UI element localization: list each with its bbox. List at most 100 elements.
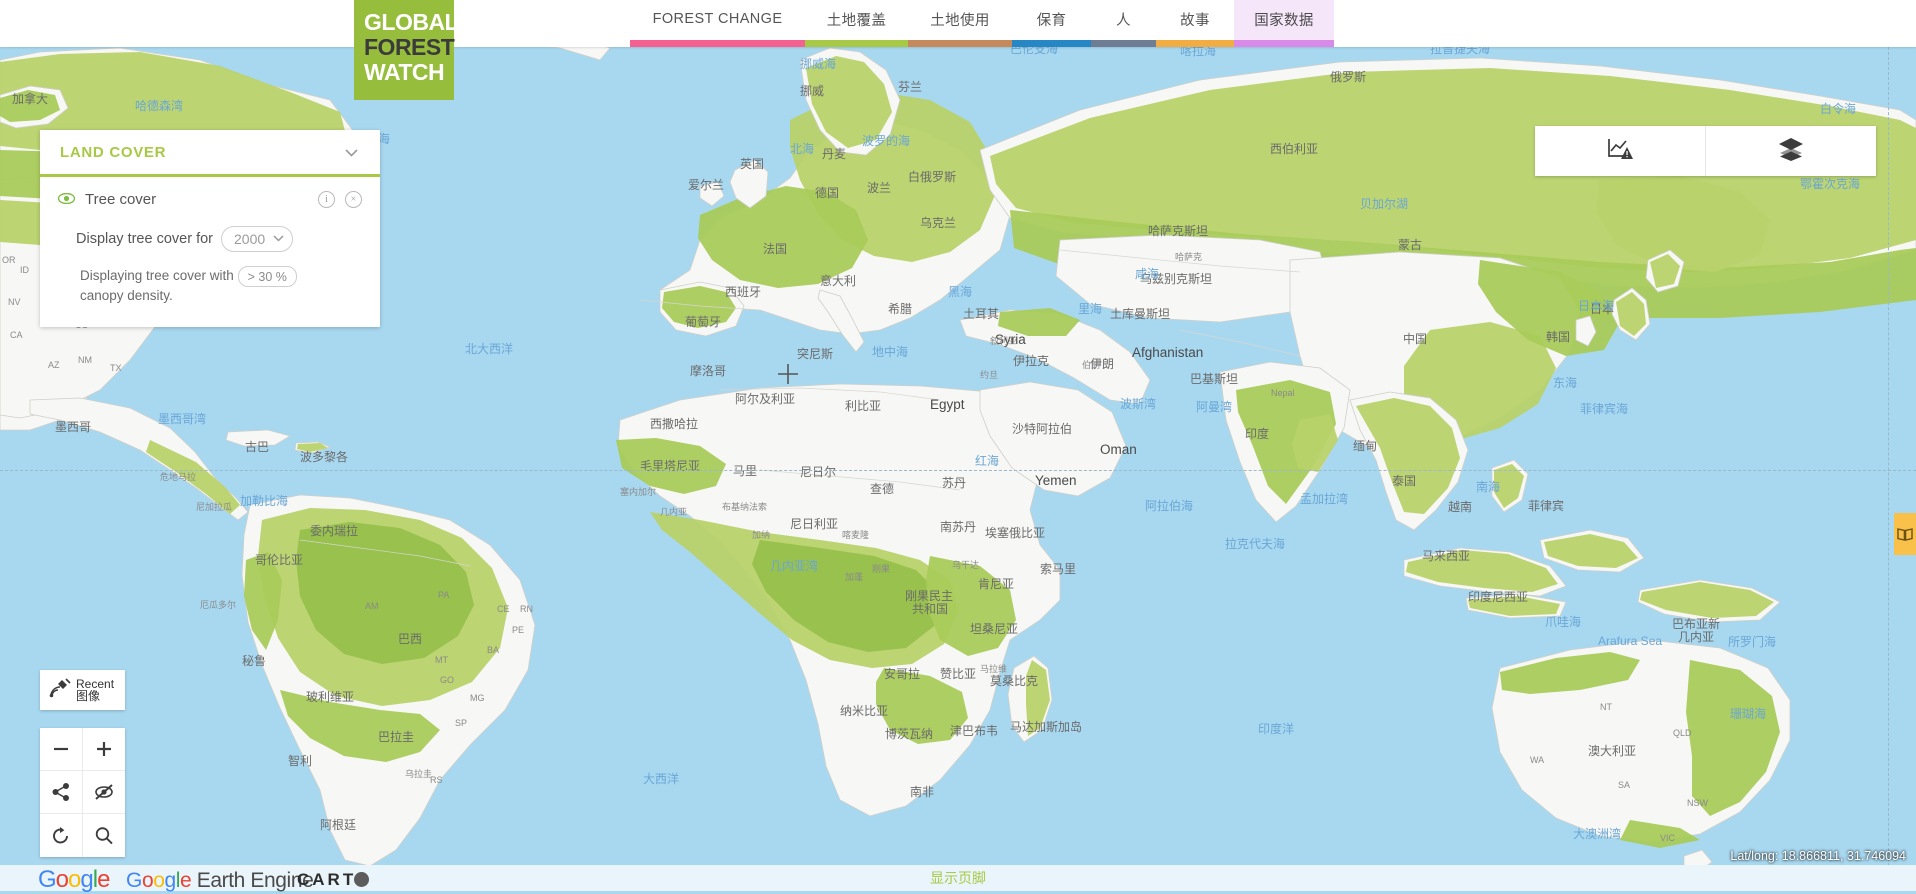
map-place-label: 鄂霍次克海 xyxy=(1800,177,1861,191)
map-place-label: 尼日利亚 xyxy=(790,517,839,531)
map-place-label: 白俄罗斯 xyxy=(908,170,957,184)
map-place-label: 菲律宾 xyxy=(1528,499,1565,513)
map-place-label: 地中海 xyxy=(872,345,909,359)
map-place-label: 波多黎各 xyxy=(300,450,349,464)
info-icon[interactable]: i xyxy=(318,191,335,208)
map-place-label: 阿拉伯海 xyxy=(1145,499,1194,513)
hide-layers-button[interactable] xyxy=(82,771,125,814)
map-place-label: WA xyxy=(1530,755,1545,765)
map-place-label: 约旦 xyxy=(980,370,999,380)
map-place-label: QLD xyxy=(1673,728,1692,738)
map-place-label: 南海 xyxy=(1476,480,1501,494)
gfw-logo[interactable]: GLOBAL FOREST WATCH xyxy=(354,0,459,100)
map-place-label: 波斯湾 xyxy=(1120,397,1157,411)
search-icon xyxy=(95,826,113,844)
map-place-label: TX xyxy=(110,363,122,373)
land-cover-panel-header[interactable]: LAND COVER xyxy=(40,130,380,177)
recent-imagery-line2: 图像 xyxy=(76,689,101,703)
nav-tab-5[interactable]: 故事 xyxy=(1156,0,1234,47)
nav-tab-underline xyxy=(1234,40,1334,47)
nav-tab-3[interactable]: 保育 xyxy=(1012,0,1091,47)
chevron-down-icon[interactable] xyxy=(345,145,358,160)
canopy-density-pill[interactable]: > 30 % xyxy=(237,266,297,287)
nav-tab-underline xyxy=(630,40,805,47)
recent-imagery-button[interactable]: Recent 图像 xyxy=(40,670,125,710)
map-place-label: 巴基斯坦 xyxy=(1190,372,1239,386)
nav-tab-4[interactable]: 人 xyxy=(1091,0,1156,47)
canopy-note-suffix: canopy density. xyxy=(80,288,173,303)
map-place-label: 苏丹 xyxy=(942,476,967,490)
map-place-label: 伯朗 xyxy=(1082,360,1101,370)
chevron-down-icon xyxy=(273,234,284,245)
close-icon[interactable]: × xyxy=(345,191,362,208)
map-place-label: NT xyxy=(1600,702,1612,712)
land-cover-panel: LAND COVER Tree cover i × Display tree c… xyxy=(40,130,380,327)
nav-tab-1[interactable]: 土地覆盖 xyxy=(805,0,908,47)
map-place-label: 马拉维 xyxy=(980,664,1008,674)
map-place-label: NV xyxy=(8,297,21,307)
map-place-label: 葡萄牙 xyxy=(685,315,722,329)
nav-tab-underline xyxy=(805,40,908,47)
map-place-label: 西撒哈拉 xyxy=(650,417,699,431)
map-control-grid xyxy=(40,728,125,857)
map-place-label: 意大利 xyxy=(820,274,857,288)
nav-tab-underline xyxy=(1156,40,1234,47)
map-place-label: 刚果 xyxy=(872,564,891,574)
map-place-label: MT xyxy=(435,655,448,665)
map-place-label: 波罗的海 xyxy=(862,134,911,148)
map-place-label: 尼加拉瓜 xyxy=(196,502,233,512)
map-place-label: 希腊 xyxy=(888,302,913,316)
latlong-readout: Lat/long: 18.866811, 31.746094 xyxy=(1730,849,1906,863)
logo-line-forest: FOREST xyxy=(364,34,455,60)
map-place-label: RS xyxy=(430,775,443,785)
map-place-label: 厄瓜多尔 xyxy=(200,600,237,610)
nav-tab-label: 故事 xyxy=(1180,12,1210,29)
map-place-label: CA xyxy=(10,330,23,340)
map-place-label: Oman xyxy=(1100,442,1137,457)
satellite-icon xyxy=(49,677,71,703)
share-button[interactable] xyxy=(40,771,83,814)
zoom-out-button[interactable] xyxy=(40,728,83,771)
meridian-gridline xyxy=(1888,47,1889,891)
nav-tab-underline xyxy=(1091,40,1156,47)
map-place-label: 东海 xyxy=(1553,376,1578,390)
reset-view-button[interactable] xyxy=(40,814,83,857)
map-place-label: 挪威 xyxy=(800,84,825,98)
map-place-label: PE xyxy=(512,625,525,635)
nav-tab-6[interactable]: 国家数据 xyxy=(1234,0,1334,47)
map-place-label: Yemen xyxy=(1035,473,1077,488)
nav-tab-label: 保育 xyxy=(1036,12,1067,29)
search-button[interactable] xyxy=(83,814,126,857)
map-place-label: 里海 xyxy=(1078,302,1103,316)
map-place-label: 几内亚 xyxy=(1678,630,1715,644)
map-place-label: 土库曼斯坦 xyxy=(1110,307,1171,321)
year-select-value: 2000 xyxy=(234,231,266,247)
map-place-label: 波兰 xyxy=(867,181,892,195)
show-footer-link[interactable]: 显示页脚 xyxy=(0,868,1916,888)
zoom-in-button[interactable] xyxy=(82,728,125,771)
top-navigation-bar: FOREST CHANGE 土地覆盖 土地使用 保育 人 故事 国家数据 xyxy=(0,0,1916,47)
map-place-label: VIC xyxy=(1660,833,1676,843)
nav-tab-2[interactable]: 土地使用 xyxy=(908,0,1012,47)
map-place-label: 阿根廷 xyxy=(320,818,357,832)
map-place-label: 芬兰 xyxy=(898,80,923,94)
map-place-label: 突尼斯 xyxy=(797,347,834,361)
analysis-button[interactable] xyxy=(1535,126,1705,176)
eye-visible-icon[interactable] xyxy=(57,192,76,207)
map-place-label: 白令海 xyxy=(1820,102,1857,116)
map-place-label: 共和国 xyxy=(912,602,949,616)
refresh-icon xyxy=(52,826,68,843)
map-place-label: GO xyxy=(440,675,455,685)
nav-tab-0[interactable]: FOREST CHANGE xyxy=(630,0,805,47)
open-guide-tab[interactable] xyxy=(1894,513,1916,555)
map-place-label: 加拿大 xyxy=(12,92,49,106)
year-select[interactable]: 2000 xyxy=(221,226,294,252)
map-place-label: 乌拉圭 xyxy=(405,769,433,779)
display-year-row: Display tree cover for 2000 xyxy=(76,226,362,252)
map-place-label: 智利 xyxy=(288,754,313,768)
map-place-label: 安哥拉 xyxy=(884,667,921,681)
layers-button[interactable] xyxy=(1705,126,1876,176)
nav-tab-label: 土地使用 xyxy=(930,12,990,29)
panel-title: LAND COVER xyxy=(60,143,167,161)
map-place-label: 菲律宾海 xyxy=(1580,402,1629,416)
